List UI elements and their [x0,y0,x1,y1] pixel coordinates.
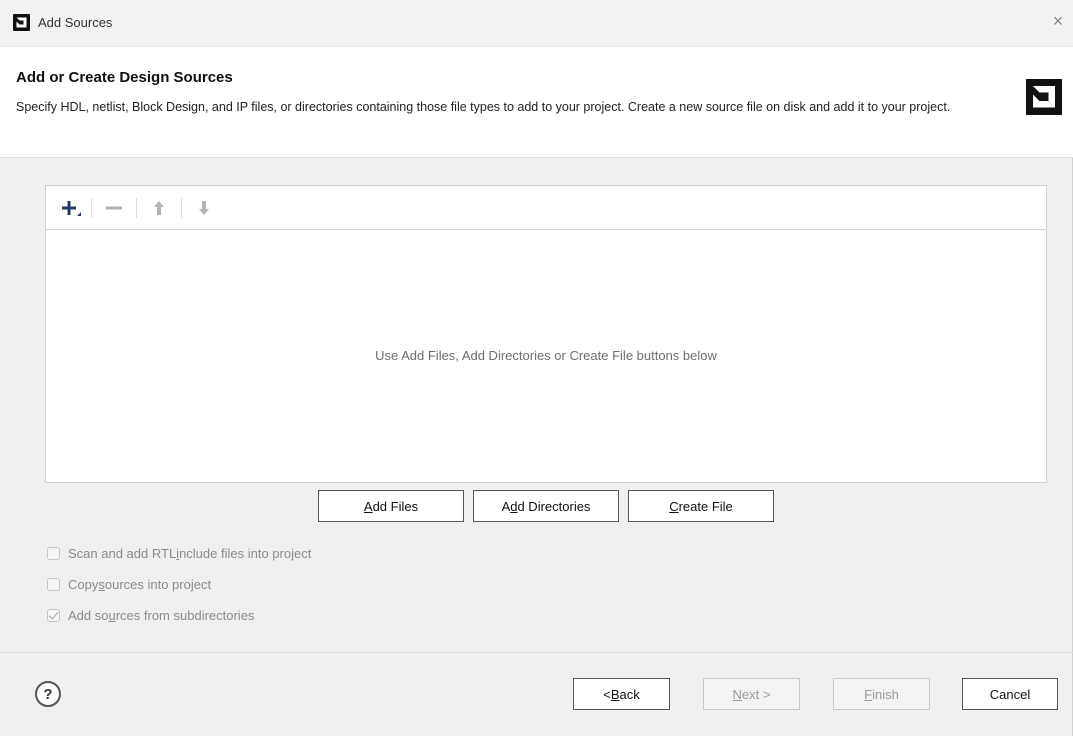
create-file-button[interactable]: Create File [628,490,774,522]
option-label: Add so [68,608,109,623]
option-label: nclude files into project [179,546,312,561]
button-label: ack [619,686,640,702]
add-files-button[interactable]: Add Files [318,490,464,522]
list-toolbar [46,186,1046,230]
button-mnemonic: B [610,686,620,702]
window-title: Add Sources [38,15,113,30]
checkbox[interactable] [47,578,60,591]
wizard-header: Add or Create Design Sources Specify HDL… [0,46,1073,158]
option-label: ources into project [104,577,212,592]
button-mnemonic: d [510,498,518,514]
button-label: reate File [678,498,733,514]
button-mnemonic: F [864,686,873,702]
finish-button[interactable]: Finish [833,678,930,710]
arrow-down-icon[interactable] [194,196,214,220]
page-description: Specify HDL, netlist, Block Design, and … [16,100,951,114]
button-label: inish [872,686,899,702]
toolbar-separator [136,198,137,218]
button-mnemonic: N [732,686,742,702]
checkbox-checked[interactable] [47,609,60,622]
arrow-up-icon[interactable] [149,196,169,220]
button-label: A [501,498,511,514]
source-file-list[interactable]: Use Add Files, Add Directories or Create… [45,185,1047,483]
back-button[interactable]: < Back [573,678,670,710]
button-label: dd Files [372,498,419,514]
button-mnemonic: C [669,498,679,514]
add-subdirectories-checkbox[interactable]: Add so u rces from subdirectories [47,608,254,623]
empty-list-hint: Use Add Files, Add Directories or Create… [375,348,717,363]
copy-sources-checkbox[interactable]: Copy s ources into project [47,577,211,592]
button-label: d Directories [517,498,591,514]
minus-icon[interactable] [104,196,124,220]
scan-rtl-include-checkbox[interactable]: Scan and add RTL i nclude files into proj… [47,546,311,561]
plus-icon[interactable] [58,196,84,220]
toolbar-separator [91,198,92,218]
amd-logo-icon [1026,79,1062,115]
add-directories-button[interactable]: Add Directories [473,490,619,522]
button-label: ext > [741,686,771,702]
title-bar[interactable]: Add Sources × [0,0,1073,46]
option-label: rces from subdirectories [115,608,255,623]
option-label: Copy [68,577,99,592]
checkbox[interactable] [47,547,60,560]
option-label: Scan and add RTL [68,546,177,561]
add-sources-dialog: Add Sources × Add or Create Design Sourc… [0,0,1073,736]
footer-divider [0,652,1073,653]
help-icon[interactable]: ? [35,681,61,707]
cancel-button[interactable]: Cancel [962,678,1058,710]
page-title: Add or Create Design Sources [16,69,233,86]
button-mnemonic: A [363,498,373,514]
toolbar-separator [181,198,182,218]
amd-logo-icon [13,14,30,31]
next-button[interactable]: Next > [703,678,800,710]
option-mnemonic: u [108,608,116,623]
close-icon[interactable]: × [1049,12,1067,30]
button-label: < [603,686,611,702]
